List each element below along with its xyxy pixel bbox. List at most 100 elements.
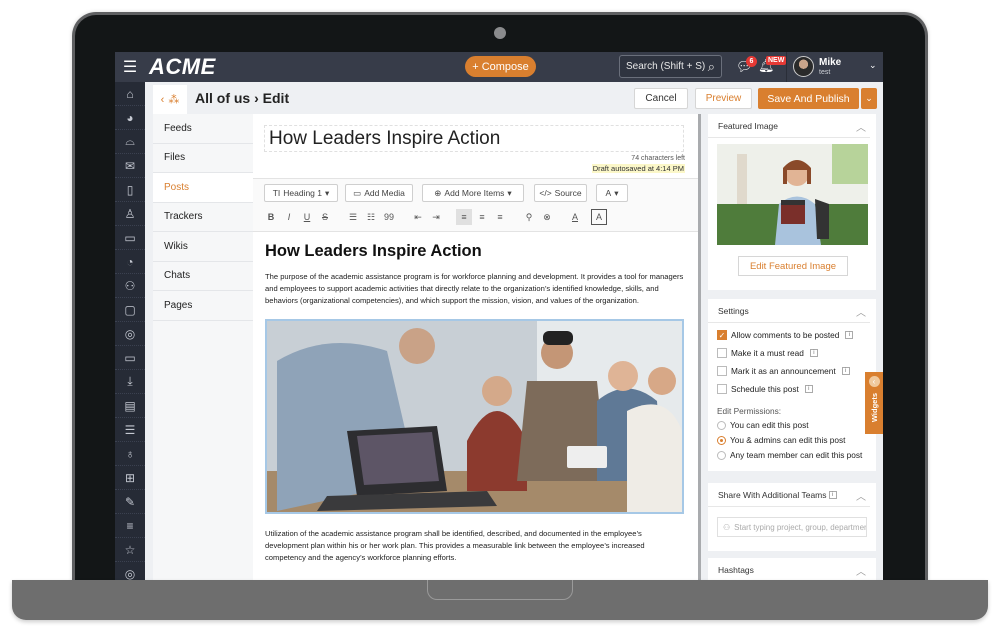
info-icon[interactable]: i — [828, 490, 837, 499]
radio-button[interactable] — [717, 450, 726, 460]
checkbox-label: Make it a must read — [731, 348, 804, 358]
subnav-item-posts[interactable]: Posts — [153, 173, 253, 203]
permission-option[interactable]: You can edit this post — [717, 420, 809, 430]
permission-option[interactable]: Any team member can edit this post — [717, 450, 862, 460]
target-icon[interactable]: ◎ — [115, 322, 145, 346]
globe-icon[interactable]: ◕ — [115, 106, 145, 130]
avatar[interactable] — [793, 56, 814, 77]
table-icon[interactable]: ⊞ — [115, 466, 145, 490]
post-title-input[interactable]: How Leaders Inspire Action — [264, 125, 684, 152]
chevron-down-icon[interactable]: ⌄ — [869, 60, 877, 71]
checkbox[interactable] — [717, 366, 727, 376]
post-body[interactable]: How Leaders Inspire Action The purpose o… — [265, 242, 685, 564]
source-button[interactable]: </> Source — [534, 184, 587, 202]
radio-button[interactable] — [717, 420, 726, 430]
featured-image[interactable] — [717, 144, 868, 245]
user-name[interactable]: Mike — [819, 57, 841, 68]
subnav-item-pages[interactable]: Pages — [153, 291, 253, 321]
checkbox[interactable] — [717, 384, 727, 394]
italic-icon[interactable]: I — [281, 209, 297, 225]
search-input[interactable]: Search (Shift + S) ⌕ — [619, 55, 722, 78]
settings-header[interactable]: Settings ︿ — [708, 299, 870, 323]
align-left-icon[interactable]: ≡ — [456, 209, 472, 225]
star-icon[interactable]: ☆ — [115, 538, 145, 562]
chevron-up-icon[interactable]: ︿ — [856, 304, 866, 319]
subnav-item-feeds[interactable]: Feeds — [153, 114, 253, 144]
inbox-icon[interactable]: ⌓ — [115, 130, 145, 154]
chevron-up-icon[interactable]: ︿ — [856, 563, 866, 578]
text-color-icon[interactable]: A — [567, 209, 583, 225]
settings-icon[interactable]: ◎ — [115, 562, 145, 581]
search-icon[interactable]: ⌕ — [708, 59, 715, 75]
featured-image-header[interactable]: Featured Image ︿ — [708, 114, 870, 138]
radio-button[interactable] — [717, 435, 726, 445]
numbered-list-icon[interactable]: ☷ — [363, 209, 379, 225]
mail-icon[interactable]: ✉ — [115, 154, 145, 178]
editor-scrollbar[interactable] — [698, 114, 701, 580]
subnav-item-chats[interactable]: Chats — [153, 262, 253, 291]
share-teams-header[interactable]: Share With Additional Teams i ︿ — [708, 483, 870, 507]
bulleted-list-icon[interactable]: ☰ — [345, 209, 361, 225]
subnav-item-trackers[interactable]: Trackers — [153, 203, 253, 232]
subnav-item-wikis[interactable]: Wikis — [153, 232, 253, 262]
hashtags-header[interactable]: Hashtags ︿ — [708, 558, 870, 580]
group-icon[interactable]: ⚇ — [115, 274, 145, 298]
settings-checkbox-row[interactable]: ✓ Allow comments to be posted i — [717, 330, 854, 340]
settings-checkbox-row[interactable]: Mark it as an announcement i — [717, 366, 850, 376]
pie-chart-icon[interactable]: ◔ — [115, 250, 145, 274]
info-icon[interactable]: i — [804, 385, 813, 393]
align-center-icon[interactable]: ≡ — [474, 209, 490, 225]
settings-checkbox-row[interactable]: Make it a must read i — [717, 348, 818, 358]
list-icon[interactable]: ≡ — [115, 514, 145, 538]
pencil-icon[interactable]: ✎ — [115, 490, 145, 514]
unlink-icon[interactable]: ⊗ — [539, 209, 555, 225]
widgets-tab[interactable]: ‹ Widgets — [865, 372, 883, 434]
file-icon[interactable]: ▯ — [115, 178, 145, 202]
link-icon[interactable]: ⚲ — [521, 209, 537, 225]
chevron-up-icon[interactable]: ︿ — [856, 488, 866, 503]
align-right-icon[interactable]: ≡ — [492, 209, 508, 225]
outdent-icon[interactable]: ⇤ — [410, 209, 426, 225]
download-icon[interactable]: ⤓ — [115, 370, 145, 394]
compose-button[interactable]: + Compose — [465, 56, 536, 77]
edit-featured-image-button[interactable]: Edit Featured Image — [738, 256, 848, 276]
add-more-items-dropdown[interactable]: ⊕ Add More Items ▾ — [422, 184, 524, 202]
blockquote-icon[interactable]: 99 — [381, 209, 397, 225]
checkbox[interactable] — [717, 348, 727, 358]
publish-options-dropdown[interactable]: ⌄ — [861, 88, 877, 109]
info-icon[interactable]: i — [845, 331, 854, 339]
menu-toggle-icon[interactable]: ☰ — [115, 52, 145, 82]
font-dropdown[interactable]: A ▾ — [596, 184, 628, 202]
heading-dropdown[interactable]: TI Heading 1 ▾ — [264, 184, 338, 202]
home-icon[interactable]: ⌂ — [115, 82, 145, 106]
lightbulb-icon[interactable]: ♁ — [115, 442, 145, 466]
back-button[interactable]: ‹ ⁂ — [153, 85, 187, 114]
subnav-item-files[interactable]: Files — [153, 144, 253, 173]
indent-icon[interactable]: ⇥ — [428, 209, 444, 225]
cancel-button[interactable]: Cancel — [634, 88, 688, 109]
preview-button[interactable]: Preview — [695, 88, 752, 109]
video-icon[interactable]: ▭ — [115, 346, 145, 370]
chevron-up-icon[interactable]: ︿ — [856, 119, 866, 134]
user-icon[interactable]: ♙ — [115, 202, 145, 226]
app-logo[interactable]: ACME — [149, 54, 216, 80]
featured-image-illustration — [717, 144, 868, 245]
underline-icon[interactable]: U — [299, 209, 315, 225]
checkbox[interactable]: ✓ — [717, 330, 727, 340]
checklist-icon[interactable]: ☰ — [115, 418, 145, 442]
permission-option[interactable]: You & admins can edit this post — [717, 435, 845, 445]
team-photo[interactable] — [265, 319, 684, 514]
share-teams-input[interactable]: ⚇ Start typing project, group, departmen… — [717, 517, 867, 537]
strikethrough-icon[interactable]: S — [317, 209, 333, 225]
briefcase-icon[interactable]: ▭ — [115, 226, 145, 250]
image-icon: ▭ — [353, 187, 362, 198]
info-icon[interactable]: i — [841, 367, 850, 375]
bold-icon[interactable]: B — [263, 209, 279, 225]
calendar-icon[interactable]: ▢ — [115, 298, 145, 322]
save-and-publish-button[interactable]: Save And Publish — [758, 88, 859, 109]
info-icon[interactable]: i — [809, 349, 818, 357]
settings-checkbox-row[interactable]: Schedule this post i — [717, 384, 813, 394]
background-color-icon[interactable]: A — [591, 209, 607, 225]
document-icon[interactable]: ▤ — [115, 394, 145, 418]
add-media-button[interactable]: ▭ Add Media — [345, 184, 413, 202]
